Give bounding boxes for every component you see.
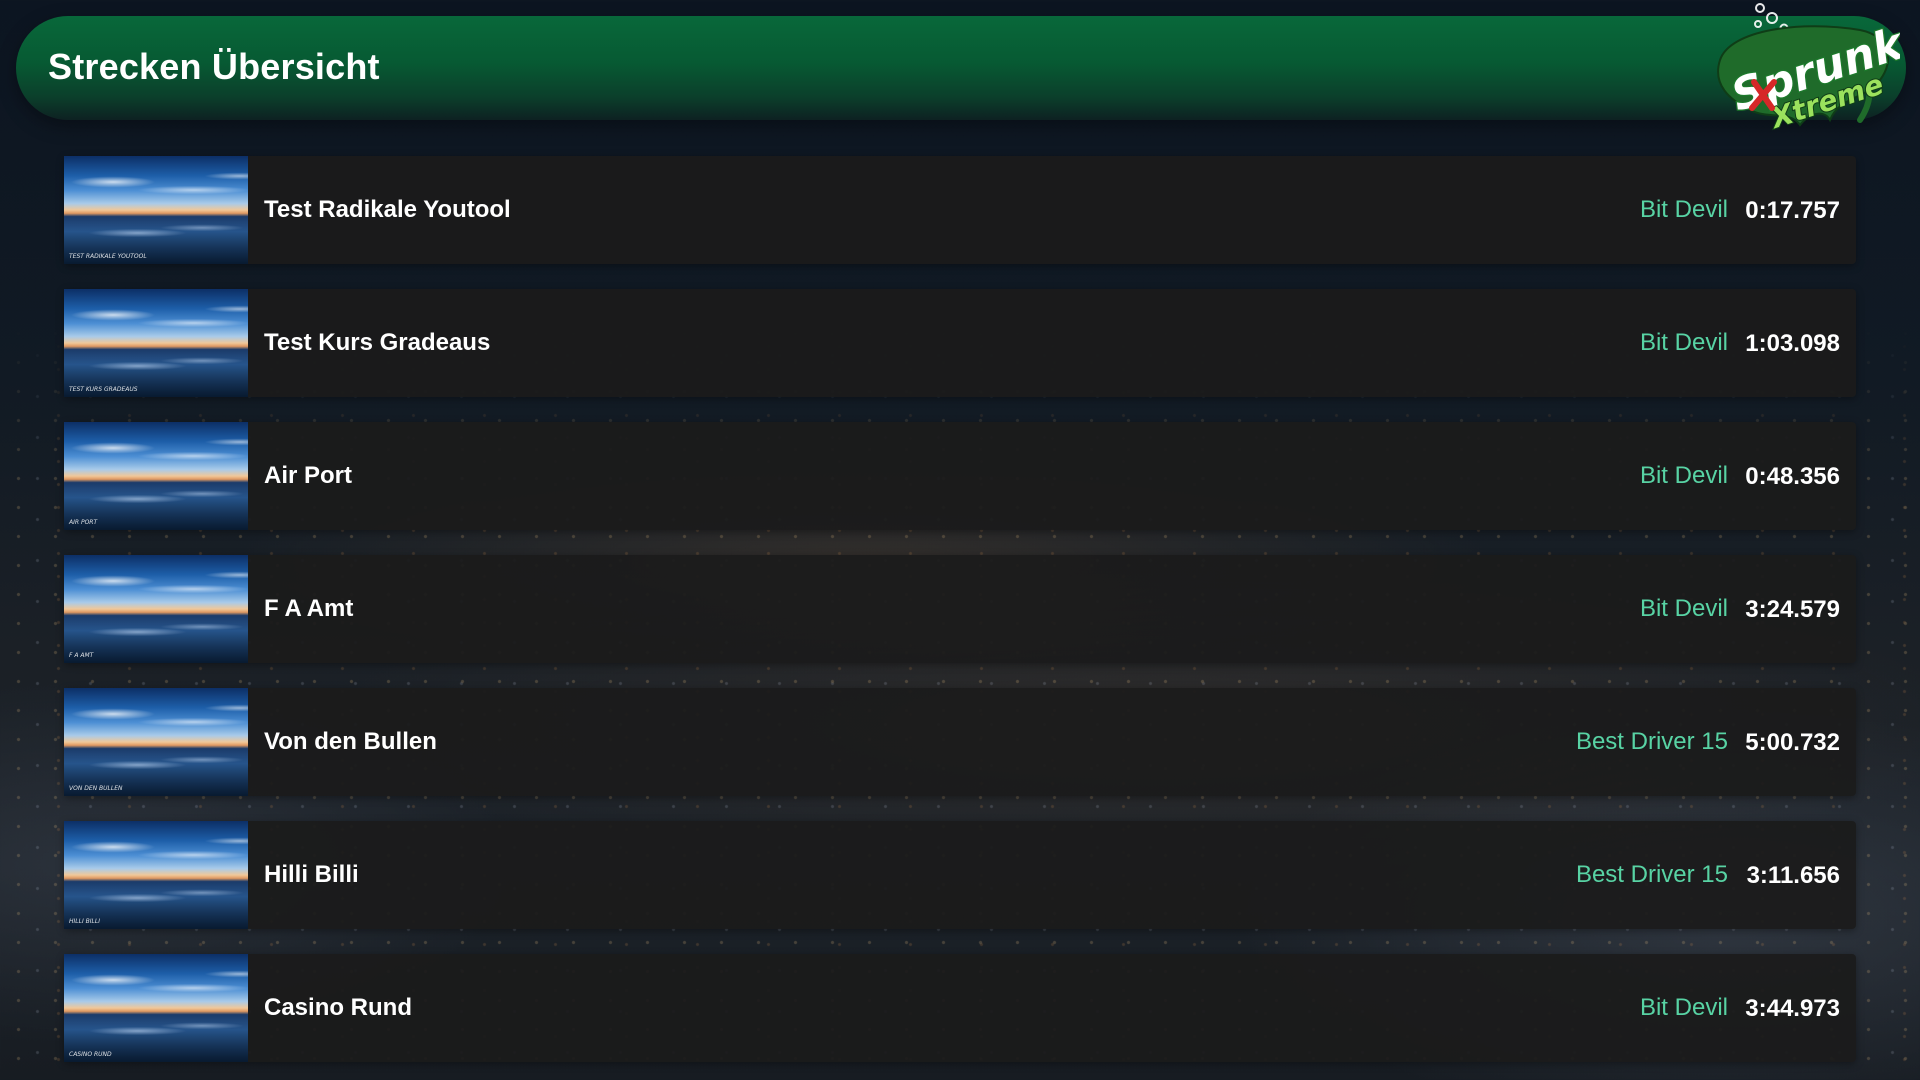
thumbnail-clouds [64, 166, 248, 206]
thumbnail-water [64, 619, 248, 645]
record-time: 5:00.732 [1745, 729, 1840, 756]
logo-graphic: Sprunk Xtreme [1717, 3, 1913, 136]
record-driver: Bit Devil [1639, 196, 1728, 223]
thumbnail-caption: Test Kurs Gradeaus [69, 386, 138, 393]
record-time: 1:03.098 [1745, 330, 1840, 357]
thumbnail-water [64, 220, 248, 246]
thumbnail-caption: Air Port [69, 519, 98, 526]
track-list: Test Radikale Youtool Test Radikale Youto… [64, 156, 1856, 1080]
track-row[interactable]: Test Kurs Gradeaus Test Kurs Gradeaus Bit … [64, 289, 1856, 397]
thumbnail-clouds [64, 299, 248, 339]
track-name: Test Radikale Youtool [264, 196, 511, 223]
track-row[interactable]: F A Amt F A Amt Bit Devil 3:24.579 [64, 555, 1856, 663]
thumbnail-water [64, 752, 248, 778]
record-driver: Bit Devil [1639, 329, 1728, 356]
track-row[interactable]: Test Radikale Youtool Test Radikale Youto… [64, 156, 1856, 264]
track-thumbnail: Air Port [64, 422, 248, 530]
track-name: Von den Bullen [264, 728, 437, 755]
thumbnail-water [64, 885, 248, 911]
record-time: 3:24.579 [1745, 596, 1840, 623]
record-time: 0:17.757 [1745, 197, 1840, 224]
track-row[interactable]: Air Port Air Port Bit Devil 0:48.356 [64, 422, 1856, 530]
thumbnail-clouds [64, 565, 248, 605]
record-driver: Best Driver 15 [1575, 728, 1728, 755]
thumbnail-water [64, 1018, 248, 1044]
track-name: Test Kurs Gradeaus [264, 329, 491, 356]
thumbnail-caption: F A Amt [69, 652, 94, 659]
thumbnail-clouds [64, 831, 248, 871]
record-driver: Bit Devil [1639, 595, 1728, 622]
thumbnail-clouds [64, 964, 248, 1004]
track-row[interactable]: Casino Rund Casino Rund Bit Devil 3:44.973 [64, 954, 1856, 1062]
track-name: Hilli Billi [264, 861, 359, 888]
thumbnail-caption: Test Radikale Youtool [69, 253, 147, 260]
record-driver: Bit Devil [1639, 994, 1728, 1021]
track-name: F A Amt [264, 595, 354, 622]
record-driver: Best Driver 15 [1575, 861, 1728, 888]
track-thumbnail: F A Amt [64, 555, 248, 663]
thumbnail-caption: Casino Rund [69, 1051, 112, 1058]
track-thumbnail: Hilli Billi [64, 821, 248, 929]
record-time: 0:48.356 [1745, 463, 1840, 490]
thumbnail-water [64, 353, 248, 379]
track-name: Casino Rund [264, 994, 412, 1021]
track-thumbnail: Von den Bullen [64, 688, 248, 796]
page-title: Strecken Übersicht [48, 46, 380, 87]
record-time: 3:44.973 [1745, 995, 1840, 1022]
track-name: Air Port [264, 462, 353, 489]
thumbnail-water [64, 486, 248, 512]
track-thumbnail: Test Kurs Gradeaus [64, 289, 248, 397]
track-thumbnail: Casino Rund [64, 954, 248, 1062]
thumbnail-caption: Hilli Billi [69, 918, 100, 925]
page-header: Strecken Übersicht [16, 16, 1906, 120]
thumbnail-caption: Von den Bullen [69, 785, 123, 792]
record-driver: Bit Devil [1639, 462, 1728, 489]
track-thumbnail: Test Radikale Youtool [64, 156, 248, 264]
track-row[interactable]: Von den Bullen Von den Bullen Best Driver … [64, 688, 1856, 796]
thumbnail-clouds [64, 432, 248, 472]
track-row[interactable]: Hilli Billi Hilli Billi Best Driver 15 3:11… [64, 821, 1856, 929]
record-time: 3:11.656 [1746, 862, 1840, 889]
thumbnail-clouds [64, 698, 248, 738]
sprunk-xtreme-logo: Sprunk Xtreme [1690, 0, 1913, 140]
